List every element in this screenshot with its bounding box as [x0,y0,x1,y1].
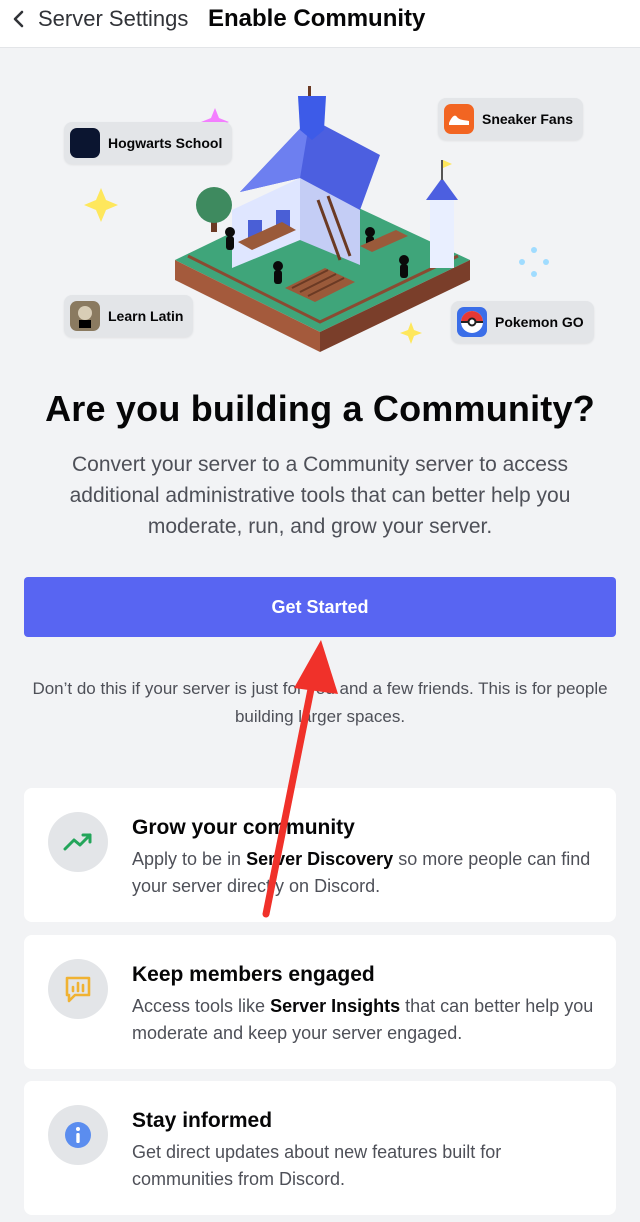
pokeball-avatar-icon [457,307,487,337]
chip-label: Pokemon GO [495,314,584,330]
server-insights-term: Server Insights [270,996,401,1016]
feature-description: Get direct updates about new features bu… [132,1142,502,1189]
feature-description: Apply to be in Server Discovery so more … [132,849,591,896]
feature-title: Keep members engaged [132,963,375,986]
feature-title: Stay informed [132,1109,273,1132]
trending-up-icon [48,812,108,872]
server-chip-sneaker: Sneaker Fans [438,98,584,140]
hero-illustration: Hogwarts School Sneaker Fans Learn Latin… [0,60,640,370]
latin-bust-avatar-icon [70,301,100,331]
server-chip-pokemon: Pokemon GO [451,301,594,343]
chip-label: Hogwarts School [108,135,223,151]
feature-title: Grow your community [132,816,355,839]
chevron-left-icon [13,10,24,28]
warning-note: Don’t do this if your server is just for… [32,679,608,726]
get-started-button[interactable]: Get Started [24,577,616,637]
feature-card-engage: Keep members engaged Access tools like S… [24,935,616,1069]
hogwarts-avatar-icon [70,128,100,158]
server-chip-latin: Learn Latin [64,295,194,337]
chart-message-icon [48,959,108,1019]
server-chip-hogwarts: Hogwarts School [64,122,233,164]
back-label: Server Settings [38,6,189,31]
sneaker-avatar-icon [444,104,474,134]
page-title: Enable Community [208,5,426,32]
back-button[interactable]: Server Settings [8,2,188,36]
top-bar: Server Settings Enable Community [0,0,640,48]
info-icon [48,1105,108,1165]
chip-label: Learn Latin [108,308,184,324]
subtext: Convert your server to a Community serve… [69,453,571,538]
feature-card-informed: Stay informed Get direct updates about n… [24,1081,616,1215]
feature-card-grow: Grow your community Apply to be in Serve… [24,788,616,922]
server-discovery-term: Server Discovery [246,849,394,869]
chip-label: Sneaker Fans [482,111,574,127]
feature-description: Access tools like Server Insights that c… [132,996,594,1043]
headline: Are you building a Community? [45,388,595,429]
